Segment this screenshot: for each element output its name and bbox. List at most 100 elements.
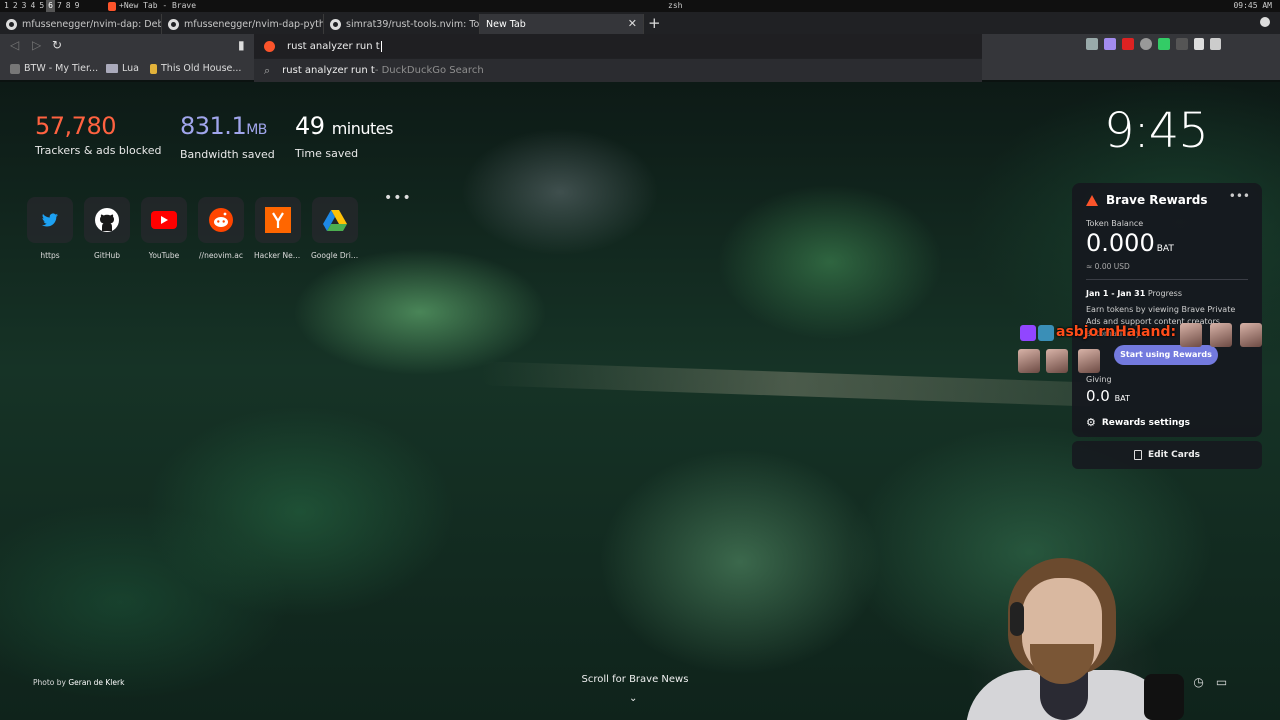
tab-search-icon[interactable] — [1260, 17, 1270, 27]
ublock-extension-icon[interactable] — [1122, 38, 1134, 50]
workspace-3[interactable]: 3 — [20, 0, 29, 12]
stat-trackers-value: 57,780 — [35, 112, 116, 140]
address-input[interactable]: rust analyzer run t — [287, 41, 380, 52]
omnibox-suggestion[interactable]: ⌕ rust analyzer run t - DuckDuckGo Searc… — [254, 58, 982, 82]
edit-cards-button[interactable]: Edit Cards — [1072, 441, 1262, 469]
token-balance: 0.000 BAT — [1086, 230, 1248, 262]
github-icon — [330, 18, 341, 30]
microphone-icon — [1144, 674, 1184, 720]
forward-icon[interactable]: ▷ — [32, 38, 41, 52]
github-icon — [168, 18, 179, 30]
photo-credit-author[interactable]: Geran de Klerk — [68, 678, 124, 687]
tab-nvim-dap-python[interactable]: mfussenegger/nvim-dap-pytho — [162, 14, 324, 34]
top-site-google-drive[interactable]: Google Drive — [311, 197, 359, 260]
token-balance-usd: ≈ 0.00 USD — [1086, 262, 1130, 271]
giving-value: 0.0 — [1086, 387, 1110, 405]
bookmark-label: BTW - My Tier... — [24, 63, 99, 74]
chat-emote — [1210, 323, 1232, 347]
giving-amount: 0.0 BAT — [1086, 387, 1130, 405]
top-site-label: https — [40, 251, 60, 260]
top-site-tile[interactable] — [27, 197, 73, 243]
rewards-period: Jan 1 - Jan 31 Progress — [1086, 289, 1248, 298]
chat-emote — [1240, 323, 1262, 347]
webcam-overlay — [944, 552, 1192, 720]
workspace-4[interactable]: 4 — [28, 0, 37, 12]
rewards-settings-link[interactable]: ⚙ Rewards settings — [1086, 416, 1190, 429]
bookmark-this-old-house[interactable]: This Old House... — [150, 63, 241, 74]
bookmark-folder-lua[interactable]: Lua — [106, 63, 139, 74]
wm-window-title-text: +New Tab - Brave — [119, 1, 197, 10]
github-icon — [95, 208, 119, 232]
rewards-settings-label: Rewards settings — [1101, 417, 1191, 428]
stream-chat-overlay: asbjornHaland: — [1018, 323, 1268, 375]
tab-rust-tools[interactable]: simrat39/rust-tools.nvim: Tools — [324, 14, 480, 34]
photo-credit: Photo by Geran de Klerk — [33, 678, 124, 687]
workspace-8[interactable]: 8 — [64, 0, 73, 12]
bookmark-btw-tier[interactable]: BTW - My Tier... — [10, 63, 98, 74]
chevron-down-icon[interactable]: ⌄ — [629, 693, 637, 704]
new-tab-button[interactable]: + — [648, 13, 661, 33]
hacker-news-icon — [265, 207, 291, 233]
workspace-9[interactable]: 9 — [73, 0, 82, 12]
extension-icon[interactable] — [1140, 38, 1152, 50]
reload-icon[interactable]: ↻ — [52, 38, 62, 52]
history-icon[interactable]: ◷ — [1193, 675, 1203, 689]
tab-label: mfussenegger/nvim-dap-pytho — [184, 18, 324, 30]
top-site-label: Hacker News — [254, 251, 302, 260]
window-manager-bar: 1 2 3 4 5 6 7 8 9 +New Tab - Brave zsh 0… — [0, 0, 1280, 12]
stat-time-value: 49 minutes — [295, 112, 393, 143]
extension-icon[interactable] — [1104, 38, 1116, 50]
video-camera-icon[interactable]: ▭ — [1216, 675, 1227, 689]
top-site-reddit[interactable]: //neovim.ac — [197, 197, 245, 260]
gamepad-extension-icon[interactable] — [1086, 38, 1098, 50]
stat-bandwidth: 831.1MB Bandwidth saved — [180, 112, 275, 161]
top-site-tile[interactable] — [141, 197, 187, 243]
back-icon[interactable]: ◁ — [10, 38, 19, 52]
top-site-tile[interactable] — [198, 197, 244, 243]
workspace-6[interactable]: 6 — [46, 0, 55, 12]
extension-icon[interactable] — [1176, 38, 1188, 50]
rewards-progress-label: Progress — [1147, 289, 1182, 298]
top-site-hacker-news[interactable]: Hacker News — [254, 197, 302, 260]
workspace-1[interactable]: 1 — [2, 0, 11, 12]
reddit-icon — [209, 208, 233, 232]
chat-emote — [1180, 323, 1202, 347]
close-icon[interactable]: ✕ — [628, 17, 637, 30]
tab-nvim-dap[interactable]: mfussenegger/nvim-dap: Deb — [0, 14, 162, 34]
workspace-2[interactable]: 2 — [11, 0, 20, 12]
tab-new-tab[interactable]: New Tab ✕ — [480, 14, 644, 34]
bookmark-icon[interactable]: ▮ — [238, 38, 245, 52]
address-bar[interactable]: rust analyzer run t — [254, 34, 982, 58]
token-balance-label: Token Balance — [1086, 219, 1144, 228]
bookmark-label: This Old House... — [161, 63, 242, 74]
folder-icon — [106, 64, 118, 73]
workspace-5[interactable]: 5 — [37, 0, 46, 12]
scroll-brave-news[interactable]: Scroll for Brave News — [560, 674, 710, 685]
rewards-promo-line: Earn tokens by viewing Brave Private — [1086, 305, 1236, 314]
tab-label: mfussenegger/nvim-dap: Deb — [22, 18, 162, 30]
top-site-label: Google Drive — [311, 251, 359, 260]
token-balance-value: 0.000 — [1086, 229, 1155, 257]
top-sites-more-icon[interactable]: ••• — [384, 190, 412, 206]
top-site-tile[interactable] — [312, 197, 358, 243]
top-site-twitter[interactable]: https — [26, 197, 74, 260]
tab-label: New Tab — [486, 18, 526, 30]
wallet-icon[interactable] — [1210, 38, 1221, 50]
top-site-youtube[interactable]: YouTube — [140, 197, 188, 260]
brave-icon — [108, 1, 116, 11]
extension-icon[interactable] — [1158, 38, 1170, 50]
top-site-github[interactable]: GitHub — [83, 197, 131, 260]
puzzle-extensions-icon[interactable] — [1194, 38, 1204, 50]
top-site-tile[interactable] — [255, 197, 301, 243]
wm-window-title: +New Tab - Brave — [108, 0, 196, 12]
google-drive-icon — [323, 210, 347, 231]
extension-icons — [1086, 38, 1221, 50]
tab-strip: mfussenegger/nvim-dap: Deb mfussenegger/… — [0, 12, 1280, 34]
top-site-tile[interactable] — [84, 197, 130, 243]
workspace-list: 1 2 3 4 5 6 7 8 9 — [2, 0, 81, 12]
giving-unit: BAT — [1114, 394, 1130, 403]
rewards-more-icon[interactable]: ••• — [1229, 189, 1250, 203]
twitter-icon — [42, 213, 58, 227]
edit-icon — [1133, 450, 1142, 460]
workspace-7[interactable]: 7 — [55, 0, 64, 12]
